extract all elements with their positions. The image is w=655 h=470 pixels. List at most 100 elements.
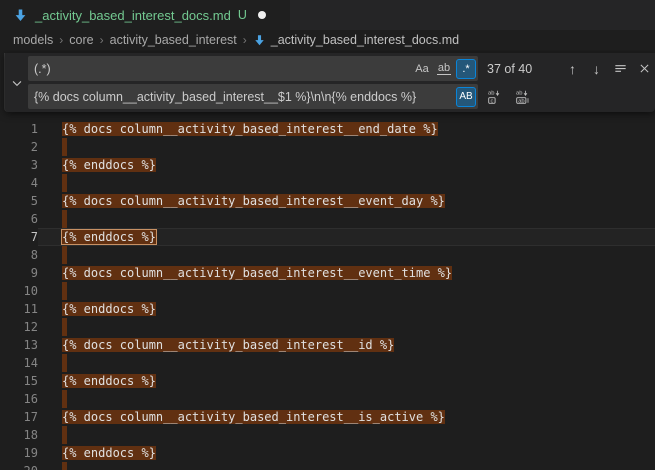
- editor-line: 10: [0, 282, 655, 300]
- line-number: 12: [0, 318, 38, 336]
- line-number: 19: [0, 444, 38, 462]
- editor-line: 6: [0, 210, 655, 228]
- find-match-empty-line: [62, 426, 67, 444]
- line-content[interactable]: [38, 426, 655, 444]
- editor-line: 4: [0, 174, 655, 192]
- line-content[interactable]: {% docs column__activity_based_interest_…: [38, 408, 655, 426]
- line-content[interactable]: {% enddocs %}: [38, 300, 655, 318]
- line-content[interactable]: [38, 354, 655, 372]
- match-count: 37 of 40: [487, 62, 549, 76]
- tab-active-file[interactable]: _activity_based_interest_docs.md U: [0, 0, 290, 30]
- line-number: 14: [0, 354, 38, 372]
- line-number: 7: [0, 228, 38, 246]
- breadcrumb-item-core[interactable]: core: [69, 33, 93, 47]
- search-input-box: Aa ab .*: [28, 56, 478, 81]
- find-match[interactable]: {% enddocs %}: [62, 158, 156, 172]
- editor-line: 15 {% enddocs %}: [0, 372, 655, 390]
- markdown-file-icon: [253, 34, 266, 47]
- line-number: 5: [0, 192, 38, 210]
- line-content[interactable]: {% enddocs %}: [38, 444, 655, 462]
- line-content[interactable]: {% docs column__activity_based_interest_…: [38, 336, 655, 354]
- find-row: Aa ab .* 37 of 40 ↑ ↓: [28, 56, 655, 81]
- breadcrumb-separator: ›: [100, 33, 104, 47]
- find-match[interactable]: {% enddocs %}: [62, 446, 156, 460]
- find-match[interactable]: {% docs column__activity_based_interest_…: [62, 338, 394, 352]
- line-content[interactable]: {% enddocs %}: [38, 228, 655, 246]
- line-number: 18: [0, 426, 38, 444]
- editor-line: 18: [0, 426, 655, 444]
- editor-line: 2: [0, 138, 655, 156]
- line-content[interactable]: {% docs column__activity_based_interest_…: [38, 120, 655, 138]
- editor-line: 20: [0, 462, 655, 470]
- svg-text:ab: ab: [518, 98, 524, 104]
- line-content[interactable]: [38, 390, 655, 408]
- find-in-selection-button[interactable]: [610, 58, 631, 79]
- editor-line: 12: [0, 318, 655, 336]
- vscode-window: _activity_based_interest_docs.md U model…: [0, 0, 655, 470]
- replace-input[interactable]: [34, 90, 454, 104]
- find-match[interactable]: {% docs column__activity_based_interest_…: [62, 410, 445, 424]
- find-match[interactable]: {% docs column__activity_based_interest_…: [62, 122, 438, 136]
- chevron-down-icon: [10, 76, 24, 90]
- line-number: 20: [0, 462, 38, 470]
- line-content[interactable]: {% enddocs %}: [38, 156, 655, 174]
- next-match-button[interactable]: ↓: [586, 58, 607, 79]
- markdown-file-icon: [13, 8, 28, 23]
- previous-match-button[interactable]: ↑: [562, 58, 583, 79]
- line-content[interactable]: [38, 174, 655, 192]
- line-number: 4: [0, 174, 38, 192]
- preserve-case-icon[interactable]: AB: [456, 87, 476, 107]
- line-content[interactable]: {% docs column__activity_based_interest_…: [38, 264, 655, 282]
- whole-word-icon[interactable]: ab: [434, 59, 454, 79]
- modified-dot-icon[interactable]: [258, 11, 266, 19]
- find-replace-widget: Aa ab .* 37 of 40 ↑ ↓: [5, 53, 655, 112]
- line-content[interactable]: [38, 246, 655, 264]
- line-content[interactable]: [38, 318, 655, 336]
- svg-text:ab: ab: [516, 90, 522, 96]
- find-in-selection-icon: [613, 61, 628, 76]
- match-case-icon[interactable]: Aa: [412, 59, 432, 79]
- find-match[interactable]: {% enddocs %}: [62, 374, 156, 388]
- line-content[interactable]: [38, 138, 655, 156]
- find-match-current[interactable]: {% enddocs %}: [62, 230, 156, 244]
- line-content[interactable]: {% docs column__activity_based_interest_…: [38, 192, 655, 210]
- line-number: 9: [0, 264, 38, 282]
- line-content[interactable]: {% enddocs %}: [38, 372, 655, 390]
- regex-icon[interactable]: .*: [456, 59, 476, 79]
- close-button[interactable]: [634, 58, 655, 79]
- tab-filename: _activity_based_interest_docs.md: [35, 8, 231, 23]
- search-input[interactable]: [34, 62, 410, 76]
- toggle-replace-button[interactable]: [5, 53, 28, 112]
- find-widget-body: Aa ab .* 37 of 40 ↑ ↓: [28, 53, 655, 112]
- find-match-empty-line: [62, 210, 67, 228]
- editor-line: 5 {% docs column__activity_based_interes…: [0, 192, 655, 210]
- line-number: 8: [0, 246, 38, 264]
- find-match-empty-line: [62, 174, 67, 192]
- editor-line: 16: [0, 390, 655, 408]
- replace-icon: ab c: [487, 89, 503, 105]
- find-match-empty-line: [62, 138, 67, 156]
- editor-line: 3 {% enddocs %}: [0, 156, 655, 174]
- find-match-empty-line: [62, 246, 67, 264]
- arrow-down-icon: ↓: [593, 61, 600, 77]
- tab-bar: _activity_based_interest_docs.md U: [0, 0, 655, 30]
- line-content[interactable]: [38, 462, 655, 470]
- find-match[interactable]: {% docs column__activity_based_interest_…: [62, 194, 445, 208]
- replace-all-icon: ab ab: [515, 89, 531, 105]
- breadcrumb-item-models[interactable]: models: [13, 33, 53, 47]
- line-number: 13: [0, 336, 38, 354]
- replace-all-button[interactable]: ab ab: [512, 86, 534, 108]
- close-icon: [638, 62, 651, 75]
- find-match-empty-line: [62, 462, 67, 470]
- find-match[interactable]: {% docs column__activity_based_interest_…: [62, 266, 452, 280]
- breadcrumb-item-activity-based-interest[interactable]: activity_based_interest: [110, 33, 237, 47]
- replace-button[interactable]: ab c: [484, 86, 506, 108]
- line-content[interactable]: [38, 282, 655, 300]
- editor-line: 19 {% enddocs %}: [0, 444, 655, 462]
- breadcrumb-item-file[interactable]: _activity_based_interest_docs.md: [271, 33, 459, 47]
- editor-pane[interactable]: 1 {% docs column__activity_based_interes…: [0, 50, 655, 470]
- find-match[interactable]: {% enddocs %}: [62, 302, 156, 316]
- line-content[interactable]: [38, 210, 655, 228]
- editor-line: 17 {% docs column__activity_based_intere…: [0, 408, 655, 426]
- svg-text:ab: ab: [488, 90, 494, 96]
